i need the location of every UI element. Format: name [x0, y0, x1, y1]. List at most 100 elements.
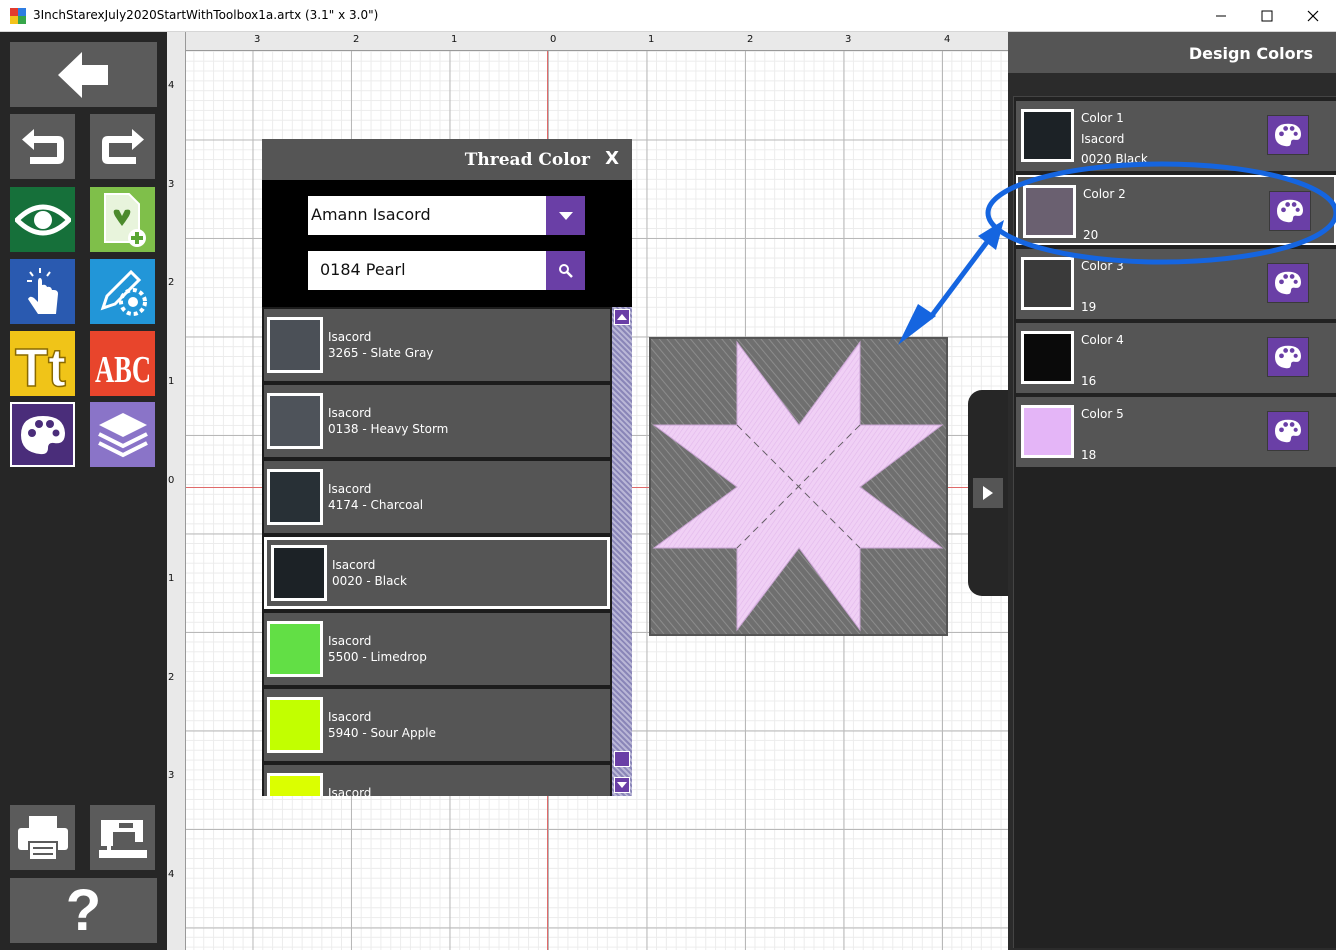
design-colors-tool-button[interactable]: [10, 402, 75, 467]
thread-list-item[interactable]: Isacord 4174 - Charcoal: [264, 461, 610, 533]
thread-list-item-selected[interactable]: Isacord 0020 - Black: [264, 537, 610, 609]
change-color-button[interactable]: [1267, 337, 1309, 377]
thread-name: 5940 - Sour Apple: [328, 726, 436, 740]
minimize-icon: [1216, 15, 1226, 17]
select-button[interactable]: [10, 259, 75, 324]
ruler-label: 4: [944, 34, 951, 45]
search-button[interactable]: [546, 251, 585, 290]
thread-swatch: [267, 697, 323, 753]
color-thread: 19: [1081, 300, 1097, 314]
thread-brand: Isacord: [332, 558, 376, 572]
back-button[interactable]: [10, 42, 157, 107]
layers-button[interactable]: [90, 402, 155, 467]
new-page-plus-icon: [103, 192, 146, 247]
title-bar: 3InchStarexJuly2020StartWithToolbox1a.ar…: [0, 0, 1336, 32]
chevron-up-icon: [617, 314, 627, 320]
text-button[interactable]: Tt: [10, 331, 75, 396]
thread-swatch: [267, 621, 323, 677]
thread-list-item[interactable]: Isacord 0138 - Heavy Storm: [264, 385, 610, 457]
ruler-label: 2: [353, 34, 360, 45]
thread-list-item[interactable]: Isacord 5940 - Sour Apple: [264, 689, 610, 761]
design-color-item[interactable]: Color 5 18: [1016, 397, 1336, 467]
app-icon: [10, 8, 26, 24]
ruler-label: 0: [550, 34, 557, 45]
eye-icon: [14, 204, 71, 235]
thread-brand: Isacord: [328, 406, 372, 420]
undo-icon: [21, 128, 64, 164]
close-window-button[interactable]: [1290, 0, 1336, 32]
change-color-button[interactable]: [1269, 191, 1311, 231]
thread-list-scrollbar[interactable]: [612, 307, 632, 796]
minimize-button[interactable]: [1198, 0, 1244, 32]
change-color-button[interactable]: [1267, 115, 1309, 155]
thread-brand: Isacord: [328, 634, 372, 648]
thread-color-dialog: Thread Color X Amann Isacord 0184 Pearl …: [262, 139, 632, 796]
thread-brand-dropdown[interactable]: Amann Isacord: [308, 196, 585, 235]
help-button[interactable]: ?: [10, 878, 157, 943]
palette-icon: [20, 415, 65, 454]
change-color-button[interactable]: [1267, 263, 1309, 303]
back-arrow-icon: [57, 51, 108, 98]
panel-title: Design Colors: [1188, 44, 1313, 63]
design-color-item[interactable]: Color 4 16: [1016, 323, 1336, 393]
ruler-label: 0: [168, 475, 175, 486]
design-color-item[interactable]: Color 3 19: [1016, 249, 1336, 319]
close-icon: [1307, 10, 1319, 22]
design-colors-list: Color 1 Isacord 0020 Black Color 2 20 Co…: [1013, 96, 1336, 948]
thread-list-item[interactable]: Isacord 5500 - Limedrop: [264, 613, 610, 685]
thread-swatch: [267, 469, 323, 525]
palette-icon: [1277, 199, 1303, 223]
thread-brand: Isacord: [328, 330, 372, 344]
star-quilt-design[interactable]: [649, 337, 948, 636]
add-design-button[interactable]: [90, 187, 155, 252]
ruler-label: 2: [168, 672, 175, 683]
color-thread: 18: [1081, 448, 1097, 462]
change-color-button[interactable]: [1267, 411, 1309, 451]
edit-settings-button[interactable]: [90, 259, 155, 324]
text-tt-icon: Tt: [14, 337, 66, 392]
palette-icon: [1275, 345, 1301, 369]
collapse-panel-button[interactable]: [973, 478, 1003, 508]
palette-icon: [1275, 123, 1301, 147]
ruler-label: 4: [168, 80, 175, 91]
color-swatch: [1021, 405, 1074, 458]
color-swatch: [1021, 331, 1074, 384]
thread-name: 0138 - Heavy Storm: [328, 422, 449, 436]
palette-icon: [1275, 419, 1301, 443]
left-toolbar: Tt ABC ?: [0, 32, 167, 950]
send-to-machine-button[interactable]: [90, 805, 155, 870]
redo-button[interactable]: [90, 114, 155, 179]
panel-collapse-tab: [968, 390, 1008, 596]
ruler-label: 3: [845, 34, 852, 45]
design-color-item[interactable]: Color 1 Isacord 0020 Black: [1016, 101, 1336, 171]
monogram-button[interactable]: ABC: [90, 331, 155, 396]
pointer-hand-icon: [26, 267, 58, 314]
thread-list-item[interactable]: Isacord 3265 - Slate Gray: [264, 309, 610, 381]
thread-search-input[interactable]: 0184 Pearl: [308, 251, 585, 290]
panel-header: Design Colors: [1008, 32, 1336, 73]
undo-button[interactable]: [10, 114, 75, 179]
design-colors-panel: Design Colors Color 1 Isacord 0020 Black…: [1008, 32, 1336, 950]
palette-icon: [1275, 271, 1301, 295]
view-button[interactable]: [10, 187, 75, 252]
dropdown-button[interactable]: [546, 196, 585, 235]
thread-swatch: [267, 393, 323, 449]
scroll-thumb[interactable]: [614, 751, 630, 767]
ruler-label: 1: [168, 573, 175, 584]
print-button[interactable]: [10, 805, 75, 870]
maximize-button[interactable]: [1244, 0, 1290, 32]
pencil-gear-icon: [100, 269, 147, 316]
dialog-close-button[interactable]: X: [605, 148, 619, 169]
color-swatch: [1021, 257, 1074, 310]
thread-name: 4174 - Charcoal: [328, 498, 424, 512]
color-thread: 0020 Black: [1081, 152, 1148, 166]
scroll-up-button[interactable]: [614, 309, 630, 325]
search-icon: [558, 263, 573, 278]
design-color-item-selected[interactable]: Color 2 20: [1016, 175, 1336, 245]
thread-list-item[interactable]: Isacord: [264, 765, 610, 796]
color-label: Color 1: [1081, 111, 1124, 125]
color-thread: 20: [1083, 228, 1099, 242]
thread-brand: Isacord: [328, 786, 372, 796]
scroll-down-button[interactable]: [614, 777, 630, 793]
chevron-down-icon: [617, 782, 627, 788]
